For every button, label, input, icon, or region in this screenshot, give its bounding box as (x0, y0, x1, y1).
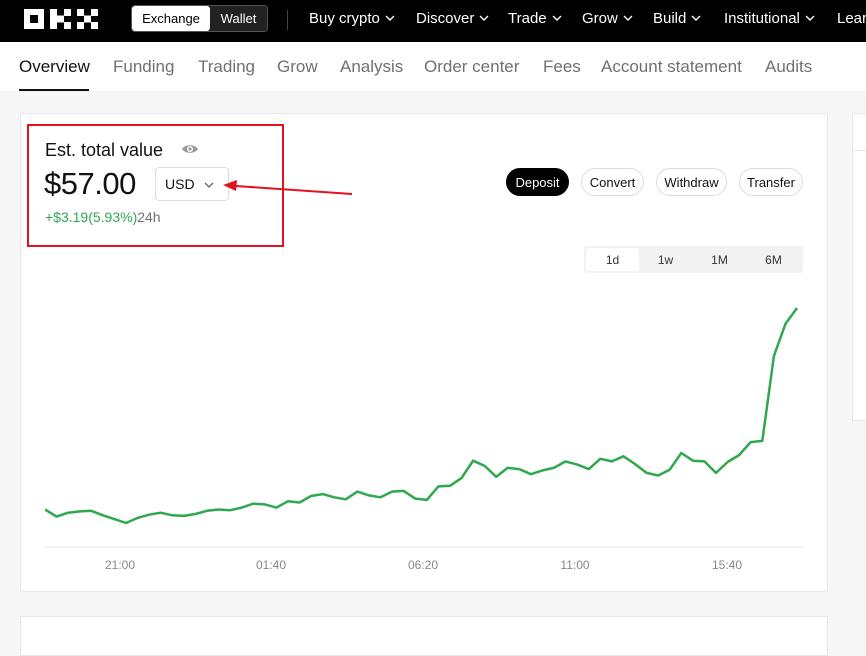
chevron-down-icon (805, 15, 815, 21)
nav-institutional[interactable]: Institutional (724, 0, 815, 36)
range-1m[interactable]: 1M (693, 248, 746, 271)
nav-buy-crypto-label: Buy crypto (309, 9, 380, 27)
tab-grow[interactable]: Grow (277, 57, 318, 77)
account-tabs: Overview Funding Trading Grow Analysis O… (0, 42, 866, 92)
nav-grow-label: Grow (582, 9, 618, 27)
active-tab-indicator (19, 89, 89, 91)
okx-logo[interactable] (24, 8, 106, 30)
exchange-toggle-option[interactable]: Exchange (132, 6, 210, 31)
range-1w[interactable]: 1w (639, 248, 692, 271)
exchange-wallet-toggle: Exchange Wallet (131, 5, 268, 32)
tab-audits[interactable]: Audits (765, 57, 812, 77)
range-6m[interactable]: 6M (747, 248, 800, 271)
side-panel-divider (852, 150, 866, 151)
nav-build-label: Build (653, 9, 687, 27)
tab-account-statement[interactable]: Account statement (601, 57, 742, 77)
chevron-down-icon (623, 15, 633, 21)
value-chart: 21:00 01:40 06:20 11:00 15:40 (45, 307, 803, 572)
chevron-down-icon (385, 15, 395, 21)
x-tick-label: 11:00 (560, 558, 589, 572)
nav-build[interactable]: Build (653, 0, 701, 36)
nav-learn-label: Lear (837, 9, 866, 27)
nav-trade-label: Trade (508, 9, 547, 27)
x-tick-label: 01:40 (256, 558, 286, 572)
tab-order-center[interactable]: Order center (424, 57, 519, 77)
side-panel (852, 113, 866, 421)
value-series-line (45, 307, 799, 525)
nav-divider (287, 10, 288, 30)
convert-button[interactable]: Convert (581, 168, 644, 196)
tab-fees[interactable]: Fees (543, 57, 581, 77)
nav-buy-crypto[interactable]: Buy crypto (309, 0, 395, 36)
tab-analysis[interactable]: Analysis (340, 57, 403, 77)
chevron-down-icon (479, 15, 489, 21)
deposit-button[interactable]: Deposit (506, 168, 569, 196)
nav-institutional-label: Institutional (724, 9, 800, 27)
tab-overview[interactable]: Overview (19, 57, 90, 77)
lower-card (20, 616, 828, 656)
x-tick-label: 06:20 (408, 558, 438, 572)
range-1d[interactable]: 1d (586, 248, 639, 271)
nav-discover[interactable]: Discover (416, 0, 489, 36)
wallet-toggle-option[interactable]: Wallet (210, 6, 267, 31)
tab-trading[interactable]: Trading (198, 57, 255, 77)
transfer-button[interactable]: Transfer (739, 168, 803, 196)
chevron-down-icon (552, 15, 562, 21)
nav-discover-label: Discover (416, 9, 475, 27)
nav-learn[interactable]: Lear (837, 0, 866, 36)
withdraw-button[interactable]: Withdraw (656, 168, 727, 196)
chevron-down-icon (691, 15, 701, 21)
nav-trade[interactable]: Trade (508, 0, 562, 36)
annotation-arrow (223, 180, 353, 195)
nav-grow[interactable]: Grow (582, 0, 633, 36)
time-range-selector: 1d 1w 1M 6M (584, 246, 803, 273)
top-navbar: Exchange Wallet Buy crypto Discover Trad… (0, 0, 866, 42)
x-tick-label: 21:00 (105, 558, 135, 572)
tab-funding[interactable]: Funding (113, 57, 174, 77)
x-tick-label: 15:40 (712, 558, 742, 572)
